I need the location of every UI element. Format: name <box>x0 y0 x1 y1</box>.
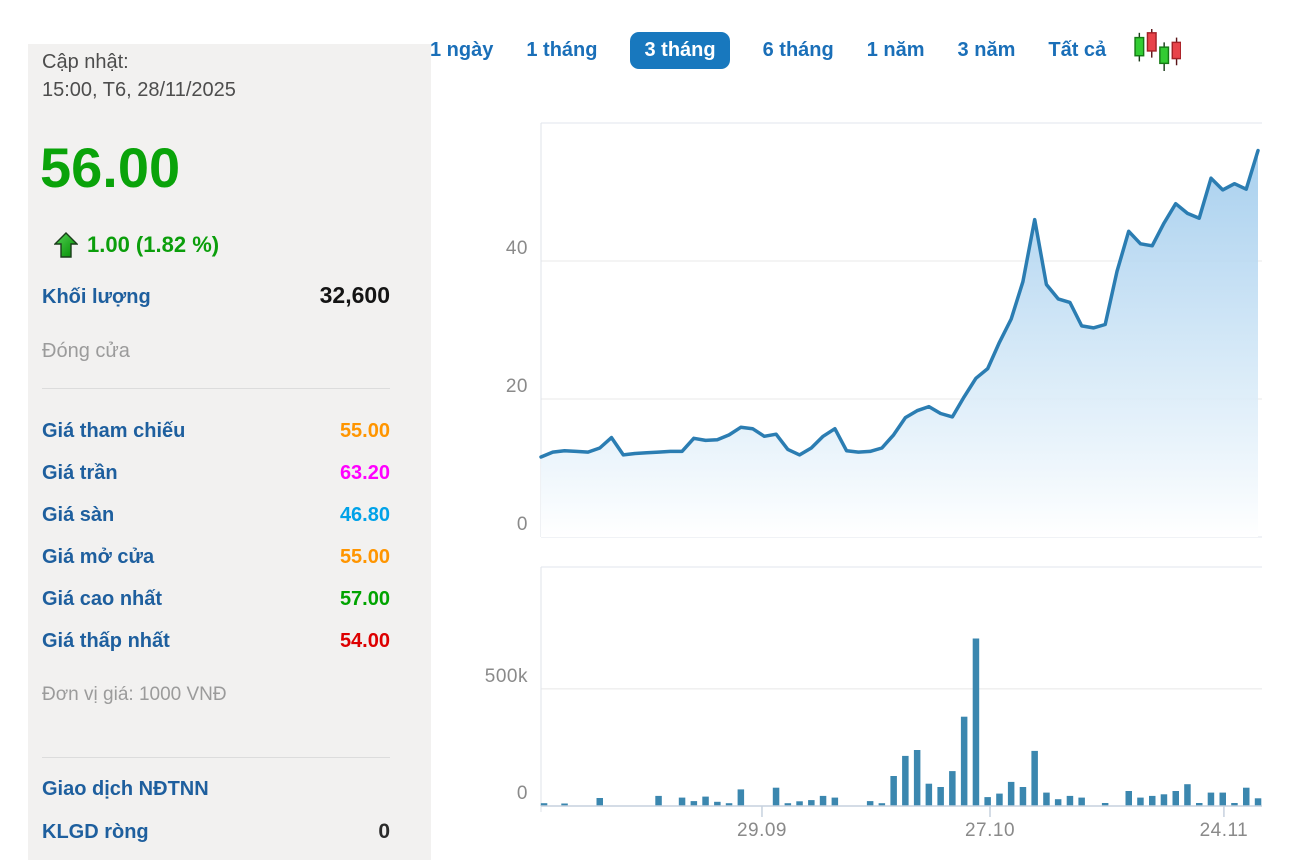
table-row: Giá thấp nhất 54.00 <box>42 628 390 654</box>
price-change: 1.00 (1.82 %) <box>54 228 219 262</box>
svg-text:40: 40 <box>506 238 528 259</box>
row-value: 46.80 <box>340 502 390 528</box>
row-value: 55.00 <box>340 418 390 444</box>
svg-text:29.09: 29.09 <box>737 820 787 841</box>
volume-value: 32,600 <box>320 282 390 309</box>
table-row: Giá sàn 46.80 <box>42 502 390 528</box>
up-arrow-icon <box>54 232 78 258</box>
volume-label: Khối lượng <box>42 286 151 309</box>
row-label: Giá thấp nhất <box>42 628 170 654</box>
session-status: Đóng cửa <box>42 340 130 363</box>
change-value: 1.00 (1.82 %) <box>87 232 219 258</box>
table-row: Giá trần 63.20 <box>42 460 390 486</box>
net-volume-row: KLGD ròng 0 <box>42 820 390 844</box>
row-label: Giá cao nhất <box>42 586 162 612</box>
row-label: Giá tham chiếu <box>42 418 185 444</box>
last-updated: Cập nhật: 15:00, T6, 28/11/2025 <box>42 48 236 104</box>
row-label: Giá trần <box>42 460 118 486</box>
svg-text:0: 0 <box>517 514 528 535</box>
price-detail-table: Giá tham chiếu 55.00 Giá trần 63.20 Giá … <box>42 418 390 654</box>
tab-3-nam[interactable]: 3 năm <box>958 39 1016 62</box>
row-value: 63.20 <box>340 460 390 486</box>
divider <box>42 757 390 758</box>
svg-text:27.10: 27.10 <box>965 820 1015 841</box>
net-volume-value: 0 <box>378 820 390 844</box>
tab-1-nam[interactable]: 1 năm <box>867 39 925 62</box>
row-label: Giá sàn <box>42 502 114 528</box>
tab-1-ngay[interactable]: 1 ngày <box>430 39 493 62</box>
tab-1-thang[interactable]: 1 tháng <box>526 39 597 62</box>
table-row: Giá mở cửa 55.00 <box>42 544 390 570</box>
updated-label: Cập nhật: <box>42 48 236 76</box>
last-price: 56.00 <box>40 136 180 200</box>
svg-text:24.11: 24.11 <box>1200 820 1249 841</box>
net-volume-label: KLGD ròng <box>42 821 149 844</box>
quote-sidebar: Cập nhật: 15:00, T6, 28/11/2025 56.00 1.… <box>28 44 431 860</box>
table-row: Giá tham chiếu 55.00 <box>42 418 390 444</box>
divider <box>42 388 390 389</box>
table-row: Giá cao nhất 57.00 <box>42 586 390 612</box>
volume-row: Khối lượng 32,600 <box>42 282 390 309</box>
tab-3-thang[interactable]: 3 tháng <box>630 32 729 69</box>
svg-text:500k: 500k <box>485 666 528 687</box>
svg-text:20: 20 <box>506 376 528 397</box>
stock-quote-page: 0 20 40 0 500k 29.09 27.10 24.11 Cập nhật: 15:0… <box>0 0 1290 860</box>
tab-tat-ca[interactable]: Tất cả <box>1048 39 1106 62</box>
price-unit-note: Đơn vị giá: 1000 VNĐ <box>42 684 227 706</box>
updated-time: 15:00, T6, 28/11/2025 <box>42 76 236 104</box>
candlestick-chart-icon[interactable] <box>1133 29 1181 71</box>
timeframe-tabbar: 1 ngày 1 tháng 3 tháng 6 tháng 1 năm 3 n… <box>430 31 1181 69</box>
row-value: 57.00 <box>340 586 390 612</box>
row-value: 55.00 <box>340 544 390 570</box>
row-value: 54.00 <box>340 628 390 654</box>
foreign-trading-header: Giao dịch NĐTNN <box>42 778 209 801</box>
tab-6-thang[interactable]: 6 tháng <box>763 39 834 62</box>
row-label: Giá mở cửa <box>42 544 154 570</box>
svg-text:0: 0 <box>517 783 528 804</box>
